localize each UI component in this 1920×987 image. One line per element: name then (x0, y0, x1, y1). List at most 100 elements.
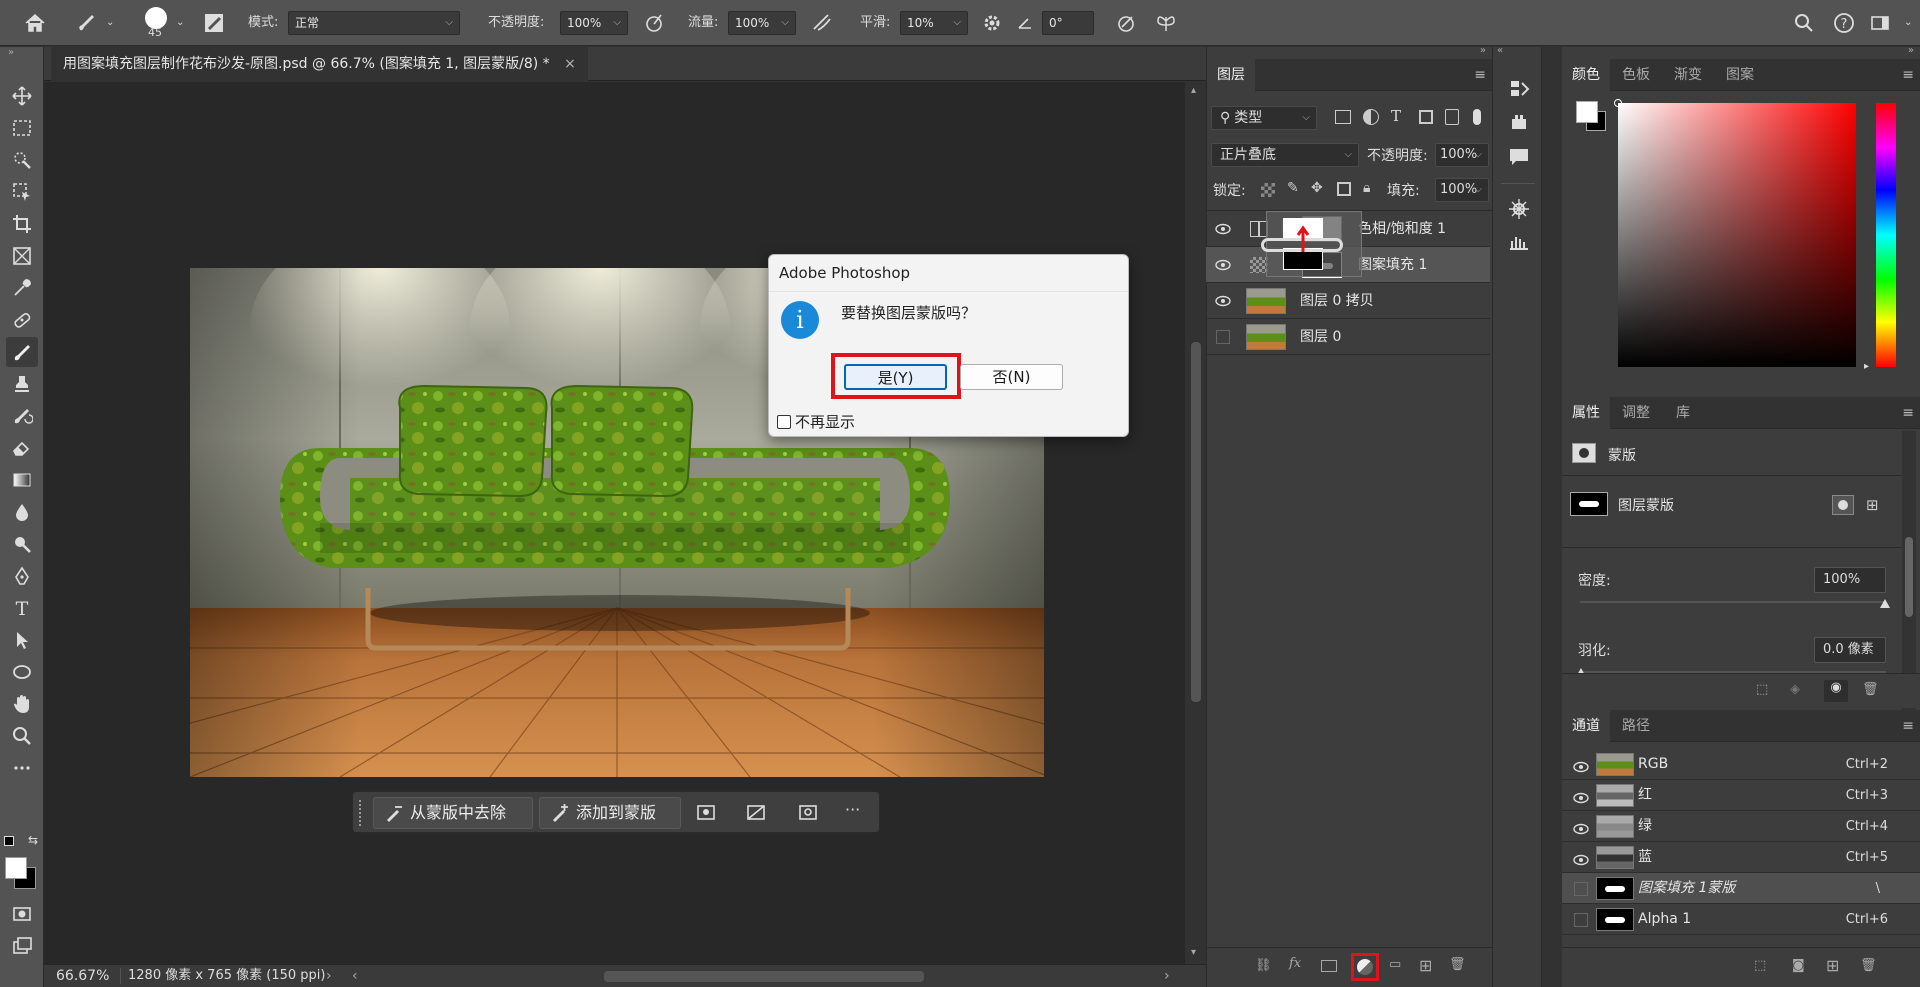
scroll-right-icon[interactable]: › (1164, 965, 1170, 987)
hand-tool-icon[interactable] (6, 689, 38, 719)
load-selection-icon[interactable]: ⬚ (1756, 682, 1768, 697)
filter-smart-object-icon[interactable] (1445, 109, 1459, 125)
add-vector-mask-icon[interactable]: ⊞ (1866, 496, 1879, 514)
home-icon[interactable] (21, 9, 49, 37)
density-slider-handle[interactable] (1880, 599, 1890, 608)
channel-row[interactable]: 蓝 Ctrl+5 (1562, 842, 1920, 873)
default-colors-icon[interactable] (4, 836, 14, 846)
horizontal-scroll-thumb[interactable] (604, 971, 924, 982)
delete-layer-icon[interactable]: 🗑︎ (1449, 957, 1466, 972)
tab-swatches[interactable]: 色板 (1612, 59, 1660, 91)
ellipse-tool-icon[interactable] (6, 657, 38, 687)
history-brush-tool-icon[interactable] (6, 401, 38, 431)
lock-pixels-icon[interactable]: ✎ (1287, 180, 1299, 196)
layer-filter-select[interactable]: ⚲ 类型 ⌵ (1211, 106, 1317, 130)
history-icon[interactable] (1506, 77, 1532, 101)
collapse-icon[interactable]: » (1908, 45, 1914, 56)
opacity-input[interactable]: 100% ⌵ (560, 11, 628, 35)
more-options-icon[interactable]: ··· (845, 800, 860, 819)
hue-slider-handle[interactable]: ▸ (1864, 361, 1869, 372)
brush-tool-icon[interactable] (72, 9, 100, 37)
type-tool-icon[interactable]: T (6, 593, 38, 623)
scroll-down-icon[interactable]: ▾ (1191, 947, 1196, 958)
eye-icon[interactable] (1572, 791, 1590, 805)
checkbox-box[interactable] (777, 414, 791, 429)
brush-settings-icon[interactable] (200, 9, 228, 37)
lock-artboard-icon[interactable] (1337, 182, 1351, 196)
visibility-toggle[interactable] (1574, 882, 1588, 896)
move-tool-icon[interactable] (6, 81, 38, 111)
chevron-down-icon[interactable]: ⌄ (1904, 0, 1912, 46)
help-icon[interactable]: ? (1830, 9, 1858, 37)
path-select-tool-icon[interactable] (6, 625, 38, 655)
drag-handle[interactable] (359, 800, 363, 826)
filter-pixel-icon[interactable] (1335, 110, 1351, 124)
eyedropper-tool-icon[interactable] (6, 273, 38, 303)
angle-input[interactable]: 0° (1042, 11, 1094, 35)
color-field-picker[interactable] (1618, 103, 1856, 367)
density-input[interactable]: 100% (1814, 567, 1886, 593)
workspace-icon[interactable] (1866, 9, 1894, 37)
feather-input[interactable]: 0.0 像素 (1814, 637, 1886, 663)
stamp-tool-icon[interactable] (6, 369, 38, 399)
collapse-icon[interactable]: » (8, 47, 14, 58)
eye-icon[interactable] (1214, 222, 1232, 236)
dodge-tool-icon[interactable] (6, 529, 38, 559)
pen-tool-icon[interactable] (6, 561, 38, 591)
quick-mask-icon[interactable] (6, 899, 38, 929)
eye-icon[interactable] (1572, 760, 1590, 774)
eye-icon[interactable] (1572, 853, 1590, 867)
disable-mask-icon[interactable] (745, 801, 769, 825)
hue-slider[interactable] (1876, 103, 1896, 367)
lock-position-icon[interactable]: ✥ (1311, 180, 1323, 196)
channel-row[interactable]: Alpha 1 Ctrl+6 (1562, 904, 1920, 935)
screen-mode-icon[interactable] (6, 931, 38, 961)
filter-type-icon[interactable]: T (1391, 107, 1401, 125)
panel-menu-icon[interactable]: ≡ (1902, 405, 1914, 421)
brush-tool-icon[interactable] (6, 337, 38, 367)
new-layer-icon[interactable]: ⊞ (1419, 956, 1432, 975)
vertical-scrollbar[interactable]: ▴ ▾ (1186, 82, 1206, 964)
tab-channels[interactable]: 通道 (1562, 710, 1610, 742)
no-button[interactable]: 否(N) (960, 364, 1063, 390)
marquee-tool-icon[interactable] (6, 113, 38, 143)
layer-row[interactable]: 图层 0 拷贝 (1206, 283, 1490, 319)
mode-select[interactable]: 正常 ⌵ (288, 11, 460, 35)
airbrush-icon[interactable] (808, 9, 836, 37)
mask-options-icon[interactable] (695, 801, 719, 825)
delete-mask-icon[interactable]: 🗑︎ (1862, 682, 1879, 697)
eye-icon[interactable] (1214, 294, 1232, 308)
apply-mask-icon[interactable]: ◈ (1790, 682, 1800, 697)
visibility-toggle[interactable] (1574, 913, 1588, 927)
select-pixel-mask-icon[interactable] (1832, 495, 1854, 515)
tab-adjustments[interactable]: 调整 (1612, 397, 1660, 429)
brush-settings-icon[interactable] (1506, 197, 1532, 221)
add-to-mask-button[interactable]: 添加到蒙版 (539, 797, 681, 829)
lock-all-icon[interactable]: 🔒︎ (1363, 180, 1370, 196)
quick-select-tool-icon[interactable] (6, 145, 38, 175)
blend-mode-select[interactable]: 正片叠底 ⌵ (1211, 143, 1359, 167)
tab-color[interactable]: 颜色 (1562, 59, 1610, 91)
tab-properties[interactable]: 属性 (1562, 397, 1610, 429)
swap-colors-icon[interactable]: ⇆ (28, 833, 38, 847)
document-tab[interactable]: 用图案填充图层制作花布沙发-原图.psd @ 66.7% (图案填充 1, 图层… (51, 47, 588, 81)
filter-adjustment-icon[interactable] (1363, 109, 1379, 125)
panel-menu-icon[interactable]: ≡ (1902, 718, 1914, 734)
flow-input[interactable]: 100% ⌵ (728, 11, 796, 35)
healing-brush-tool-icon[interactable] (6, 305, 38, 335)
object-select-tool-icon[interactable] (6, 177, 38, 207)
chevron-down-icon[interactable]: ⌄ (176, 0, 184, 46)
channel-row[interactable]: 红 Ctrl+3 (1562, 780, 1920, 811)
new-channel-icon[interactable]: ⊞ (1826, 956, 1839, 975)
eye-icon[interactable] (1572, 822, 1590, 836)
link-layers-icon[interactable]: ⛓ (1255, 958, 1272, 973)
lock-transparent-icon[interactable] (1261, 183, 1275, 197)
scroll-left-icon[interactable]: ‹ (352, 965, 358, 987)
add-mask-icon[interactable] (1321, 960, 1337, 972)
filter-shape-icon[interactable] (1419, 110, 1433, 124)
zoom-level[interactable]: 66.67% (56, 965, 109, 987)
dont-show-checkbox[interactable]: 不再显示 (777, 411, 855, 432)
channel-row-selected[interactable]: 图案填充 1蒙版 \ (1562, 873, 1920, 904)
panel-menu-icon[interactable]: ≡ (1474, 67, 1486, 83)
fx-icon[interactable]: fx (1289, 956, 1301, 971)
